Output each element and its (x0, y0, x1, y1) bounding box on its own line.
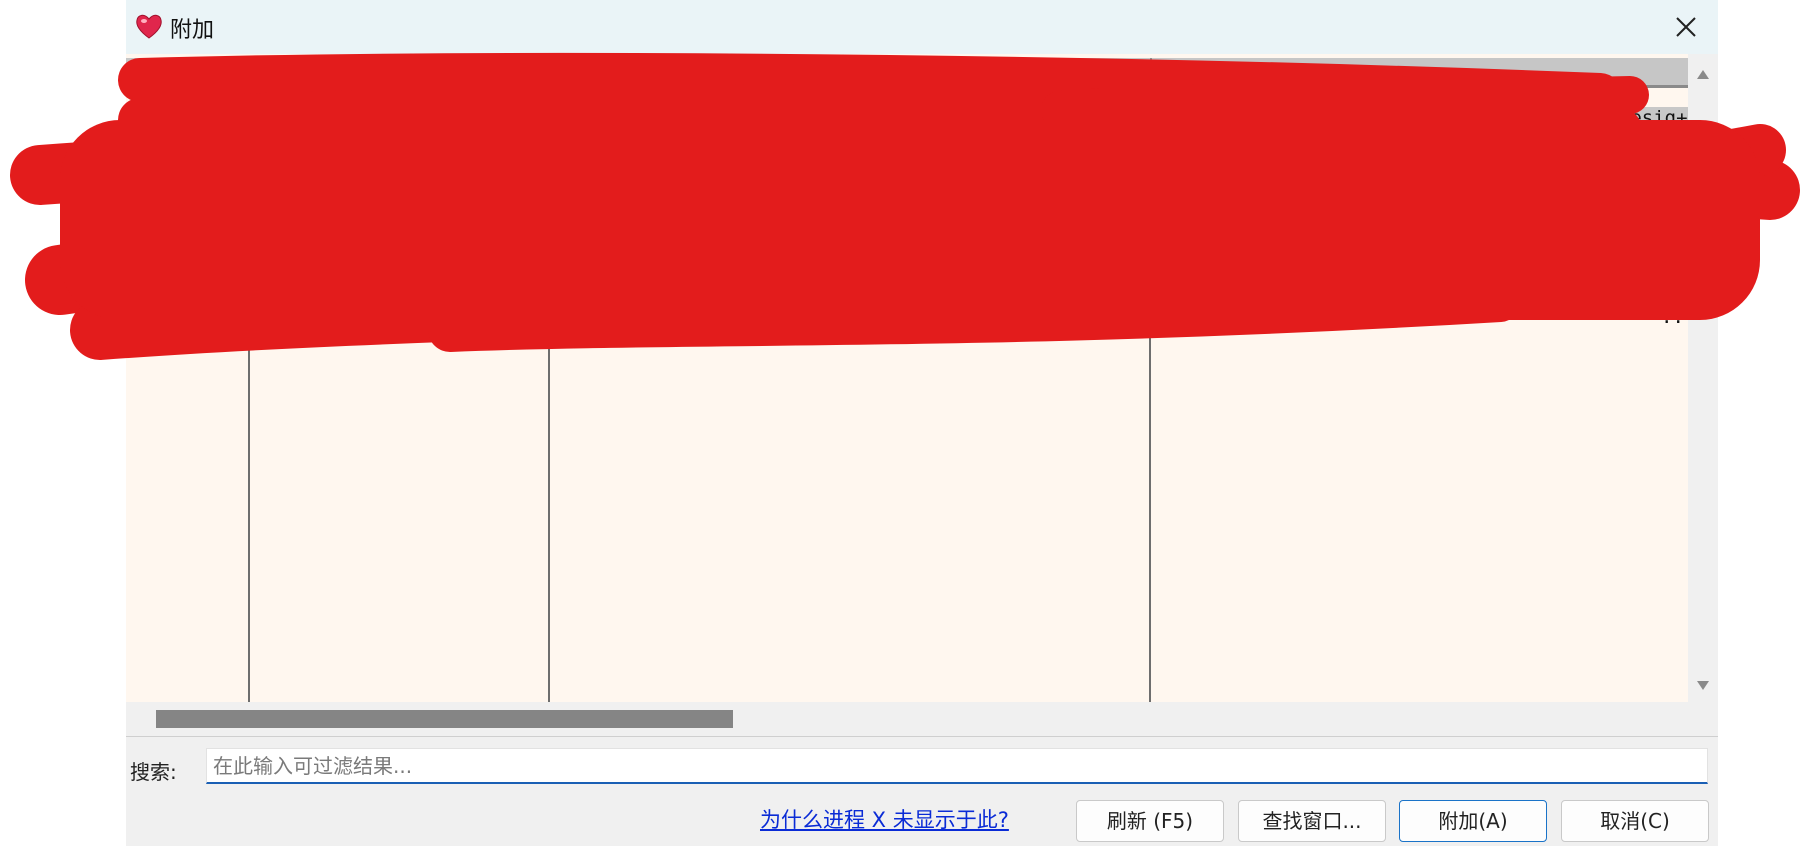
cancel-button[interactable]: 取消(C) (1561, 800, 1709, 842)
find-window-button[interactable]: 查找窗口... (1238, 800, 1386, 842)
scroll-up-arrow-icon[interactable] (1697, 70, 1709, 79)
close-icon (1676, 17, 1696, 37)
table-row[interactable]: c: (126, 265, 1688, 287)
scroll-down-arrow-icon[interactable] (1697, 681, 1709, 690)
cell-path: ...e (1661, 306, 1688, 328)
column-divider (1149, 88, 1151, 702)
table-header: 名称 标题 路径 (126, 58, 1688, 88)
cell-pid: _96 (131, 243, 166, 265)
process-table: 名称 标题 路径 3512 ...esig+v 27_ ... _96 c:\.… (126, 54, 1688, 702)
cell-path: ...esig+v (1596, 107, 1688, 129)
column-header-pid[interactable] (126, 58, 249, 85)
cell-pid: 3512 (131, 107, 177, 129)
column-header-title[interactable]: 标题 (549, 58, 1150, 85)
attach-dialog: 附加 名称 标题 路径 3512 ...esig+v 27_ . (126, 0, 1718, 846)
table-row[interactable]: 18496 ...e (126, 306, 1688, 328)
heart-icon (134, 11, 164, 41)
horizontal-scrollbar[interactable] (126, 702, 1718, 737)
table-row[interactable]: 3512 ...esig+v (126, 107, 1688, 129)
cell-pid: 18496 (131, 306, 189, 328)
table-row[interactable]: 27_ ... (126, 185, 1688, 207)
cell-path: ... (1646, 185, 1681, 207)
cell-path: c: (1159, 265, 1182, 287)
why-process-not-shown-link[interactable]: 为什么进程 X 未显示于此? (760, 804, 1009, 834)
column-divider (548, 88, 550, 702)
cell-path: c:\...\bai_ (1159, 243, 1285, 265)
horizontal-scroll-thumb[interactable] (156, 710, 733, 728)
search-input[interactable] (206, 748, 1708, 784)
refresh-button[interactable]: 刷新 (F5) (1076, 800, 1224, 842)
dialog-title: 附加 (170, 18, 215, 43)
close-button[interactable] (1664, 6, 1708, 48)
vertical-scrollbar[interactable] (1688, 54, 1718, 702)
search-label: 搜索: (130, 760, 177, 784)
cell-pid: 27_ (131, 185, 166, 207)
table-row[interactable]: _96 c:\...\bai_ (126, 243, 1688, 265)
column-divider (248, 88, 250, 702)
column-header-path[interactable]: 路径 (1150, 58, 1688, 85)
column-header-name[interactable]: 名称 (249, 58, 549, 85)
title-bar: 附加 (126, 0, 1718, 54)
attach-button[interactable]: 附加(A) (1399, 800, 1547, 842)
